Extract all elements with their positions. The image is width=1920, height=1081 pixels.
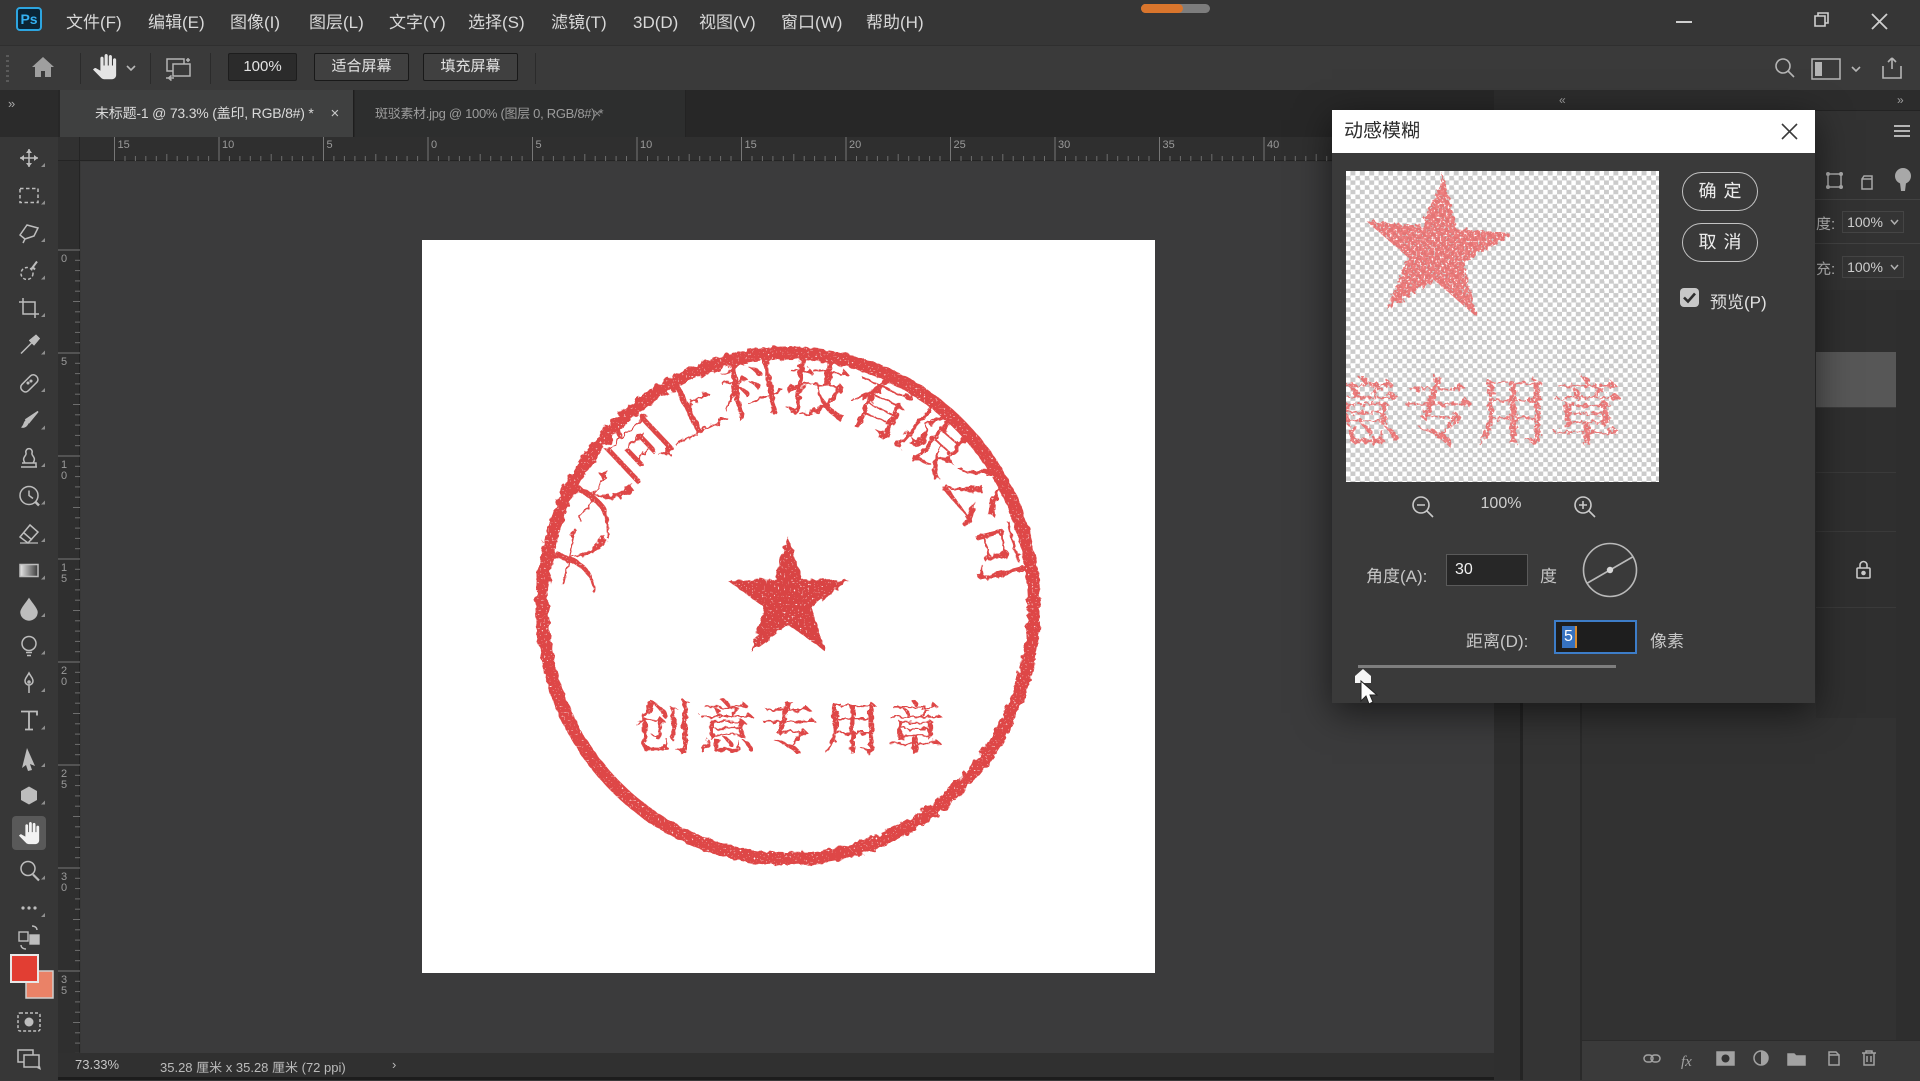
svg-text:5: 5 <box>536 139 542 151</box>
svg-text:0: 0 <box>61 253 67 265</box>
svg-text:35: 35 <box>1163 139 1175 151</box>
svg-text:15: 15 <box>118 139 130 151</box>
svg-text:10: 10 <box>640 139 652 151</box>
svg-text:5: 5 <box>61 779 67 791</box>
svg-text:15: 15 <box>745 139 757 151</box>
svg-text:25: 25 <box>954 139 966 151</box>
svg-text:40: 40 <box>1267 139 1279 151</box>
svg-text:意: 意 <box>1346 355 1402 461</box>
svg-text:5: 5 <box>327 139 333 151</box>
svg-text:5: 5 <box>61 573 67 585</box>
svg-text:专: 专 <box>1402 355 1476 461</box>
svg-text:0: 0 <box>61 676 67 688</box>
svg-text:创意专用章: 创意专用章 <box>634 682 949 766</box>
svg-text:0: 0 <box>61 882 67 894</box>
svg-text:章: 章 <box>1550 355 1624 461</box>
svg-text:用: 用 <box>1476 355 1550 461</box>
svg-text:0: 0 <box>431 139 437 151</box>
svg-text:10: 10 <box>222 139 234 151</box>
svg-text:fx: fx <box>1681 1054 1692 1070</box>
svg-text:0: 0 <box>61 470 67 482</box>
svg-text:5: 5 <box>61 356 67 368</box>
svg-text:5: 5 <box>61 985 67 997</box>
svg-text:20: 20 <box>849 139 861 151</box>
svg-text:30: 30 <box>1058 139 1070 151</box>
